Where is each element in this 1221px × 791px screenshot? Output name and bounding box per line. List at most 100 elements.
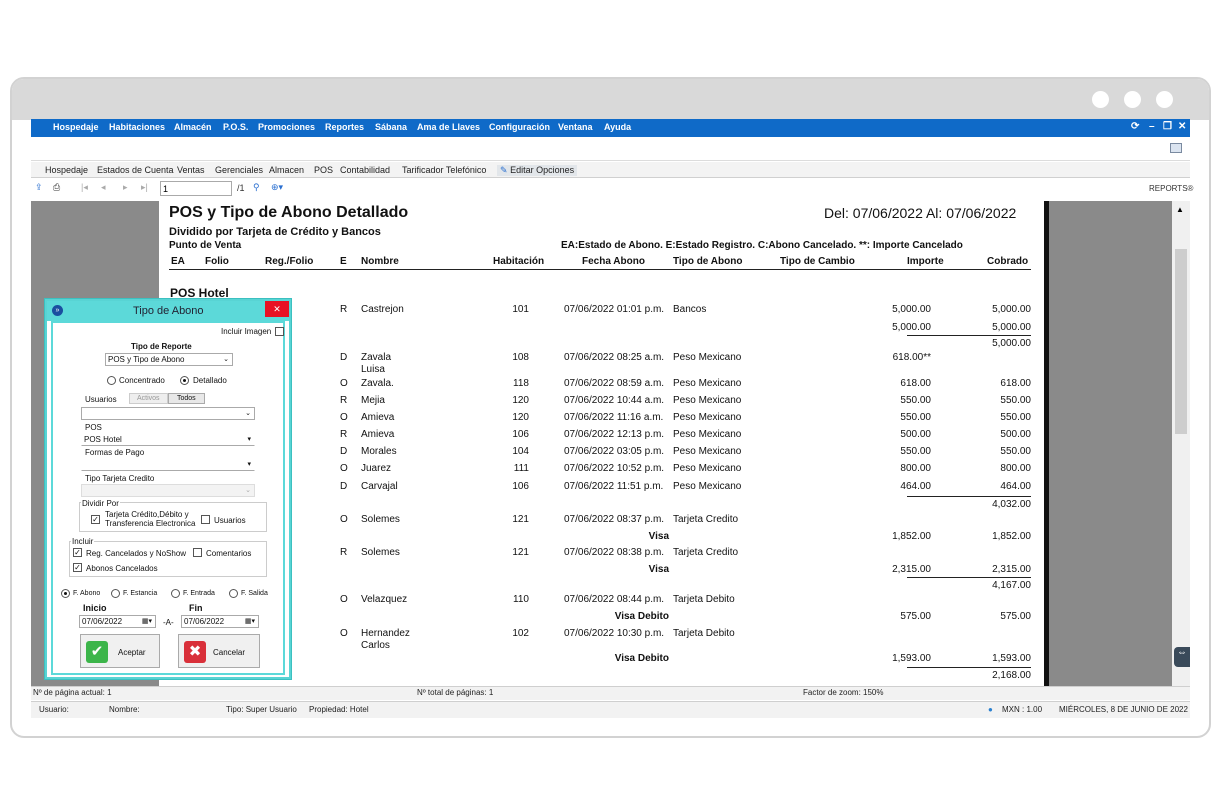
comentarios-checkbox[interactable] (193, 548, 202, 557)
page-number-input[interactable] (160, 181, 232, 196)
row-importe-cell: 2,315.00 (892, 564, 931, 575)
tipo-reporte-select[interactable]: POS y Tipo de Abono ⌄ (105, 353, 233, 366)
panel-toggle-icon[interactable] (1170, 143, 1182, 153)
row-importe-cell: 1,852.00 (892, 531, 931, 542)
pos-select[interactable]: POS Hotel ▾ (81, 433, 255, 446)
row-importe-cell: 5,000.00 (892, 322, 931, 333)
zoom-icon[interactable]: ⊕▾ (271, 182, 283, 193)
f-abono-radio[interactable] (61, 589, 70, 598)
row-cobrado-cell: 618.00 (1000, 378, 1031, 389)
find-icon[interactable]: ⚲ (253, 182, 260, 193)
f-salida-radio[interactable] (229, 589, 238, 598)
menu-hospedaje[interactable]: Hospedaje (53, 122, 99, 132)
next-page-icon[interactable]: ▸ (123, 182, 128, 193)
tab-hospedaje[interactable]: Hospedaje (45, 165, 88, 175)
row-nombre-cell: Zavala (361, 352, 392, 363)
tab-usuarios[interactable]: Usuarios (85, 395, 117, 404)
tab-contabilidad[interactable]: Contabilidad (340, 165, 390, 175)
menu-reportes[interactable]: Reportes (325, 122, 364, 132)
formas-pago-select[interactable]: ▾ (81, 458, 255, 471)
tab-gerenciales[interactable]: Gerenciales (215, 165, 263, 175)
concentrado-radio[interactable] (107, 376, 116, 385)
dialog-close-icon[interactable]: ✕ (265, 301, 289, 317)
row-e-cell: O (340, 412, 348, 423)
calendar-icon: ▦▾ (141, 618, 152, 625)
refresh-icon[interactable]: ⟳ (1131, 121, 1139, 132)
f-entrada-radio[interactable] (171, 589, 180, 598)
menu-sabana[interactable]: Sábana (375, 122, 407, 132)
tipo-tarjeta-select[interactable]: ⌄ (81, 484, 255, 497)
minimize-icon[interactable]: – (1149, 121, 1155, 132)
reg-cancelados-checkbox[interactable]: ✓ (73, 548, 82, 557)
row-importe-cell: 550.00 (900, 395, 931, 406)
scroll-thumb[interactable] (1175, 249, 1187, 434)
menu-almacen[interactable]: Almacén (174, 122, 212, 132)
tarjeta-checkbox[interactable]: ✓ (91, 515, 100, 524)
subtotal-rule (907, 496, 1031, 497)
row-fecha-cell: 07/06/2022 01:01 p.m. (564, 304, 665, 315)
dialog-title-bar: » Tipo de Abono ✕ (47, 301, 289, 321)
row-importe-cell: 618.00 (900, 378, 931, 389)
row-hab-cell: 110 (513, 594, 529, 605)
tipo-tarjeta-label: Tipo Tarjeta Credito (85, 474, 155, 483)
menu-ayuda[interactable]: Ayuda (604, 122, 631, 132)
current-date: MIÉRCOLES, 8 DE JUNIO DE 2022 (1059, 705, 1188, 714)
row-importe-cell: 1,593.00 (892, 653, 931, 664)
row-tipo-cell: Tarjeta Debito (673, 628, 735, 639)
row-e-cell: O (340, 514, 348, 525)
incluir-imagen-checkbox[interactable] (275, 327, 284, 336)
close-icon[interactable]: ✕ (1178, 121, 1186, 132)
menu-habitaciones[interactable]: Habitaciones (109, 122, 165, 132)
scroll-up-icon[interactable]: ▲ (1176, 205, 1184, 214)
row-fecha-cell: 07/06/2022 12:13 p.m. (564, 429, 665, 440)
tab-activos[interactable]: Activos (129, 393, 168, 404)
row-cobrado-cell: 4,032.00 (992, 499, 1031, 510)
f-estancia-radio[interactable] (111, 589, 120, 598)
row-tipo-cell: Peso Mexicano (673, 412, 742, 423)
usuarios-select[interactable]: ⌄ (81, 407, 255, 420)
tab-pos[interactable]: POS (314, 165, 333, 175)
row-hab-cell: 106 (512, 481, 529, 492)
row-cobrado-cell: 2,315.00 (992, 564, 1031, 575)
first-page-icon[interactable]: |◂ (81, 182, 88, 193)
fin-date-picker[interactable]: 07/06/2022 ▦▾ (181, 615, 259, 628)
row-cobrado-cell: 800.00 (1000, 463, 1031, 474)
window-dot-icon (1092, 91, 1109, 108)
tab-almacen[interactable]: Almacen (269, 165, 304, 175)
report-legend: EA:Estado de Abono. E:Estado Registro. C… (561, 240, 963, 251)
header-importe: Importe (907, 256, 944, 267)
prev-page-icon[interactable]: ◂ (101, 182, 106, 193)
tab-ventas[interactable]: Ventas (177, 165, 205, 175)
row-nombre-cell: Zavala. (361, 378, 394, 389)
vertical-scrollbar[interactable]: ▲ (1172, 201, 1190, 686)
tab-estados-de-cuenta[interactable]: Estados de Cuenta (97, 165, 174, 175)
date-separator: -A- (163, 618, 174, 627)
row-tipo-cell: Peso Mexicano (673, 352, 742, 363)
aceptar-button[interactable]: ✔ Aceptar (80, 634, 160, 668)
tab-tarificador[interactable]: Tarificador Telefónico (402, 165, 486, 175)
inicio-date-picker[interactable]: 07/06/2022 ▦▾ (79, 615, 156, 628)
row-nombre-cell: Velazquez (361, 594, 408, 605)
user-type: Tipo: Super Usuario (226, 705, 297, 714)
menu-ventana[interactable]: Ventana (558, 122, 593, 132)
tab-todos[interactable]: Todos (168, 393, 205, 404)
cancelar-button[interactable]: ✖ Cancelar (178, 634, 260, 668)
detallado-radio[interactable] (180, 376, 189, 385)
usuarios-checkbox[interactable] (201, 515, 210, 524)
restore-icon[interactable]: ❐ (1163, 121, 1172, 132)
last-page-icon[interactable]: ▸| (141, 182, 148, 193)
detallado-label: Detallado (193, 376, 227, 385)
abonos-cancelados-checkbox[interactable]: ✓ (73, 563, 82, 572)
side-panel-handle-icon[interactable]: ⇔ (1174, 647, 1190, 667)
menu-ama-de-llaves[interactable]: Ama de Llaves (417, 122, 480, 132)
print-icon[interactable]: ⎙ (53, 182, 60, 193)
menu-promociones[interactable]: Promociones (258, 122, 315, 132)
row-fecha-cell: Visa Debito (614, 611, 669, 622)
export-icon[interactable]: ⇪ (35, 182, 43, 193)
menu-configuracion[interactable]: Configuración (489, 122, 550, 132)
tab-editar-opciones[interactable]: ✎ Editar Opciones (497, 165, 578, 176)
menu-pos[interactable]: P.O.S. (223, 122, 248, 132)
comentarios-label: Comentarios (206, 549, 252, 558)
row-cobrado-cell: 464.00 (1000, 481, 1031, 492)
formas-pago-label: Formas de Pago (85, 448, 145, 457)
